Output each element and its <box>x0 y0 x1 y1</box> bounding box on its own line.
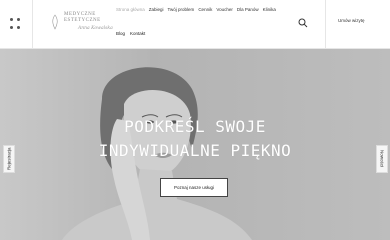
nav-item-blog[interactable]: Blog <box>116 31 125 36</box>
logo-text-line1: MEDYCZNE <box>64 12 96 17</box>
book-visit-button[interactable]: Umów wizytę <box>338 18 365 23</box>
logo-signature: Anna Kowalska <box>78 26 113 31</box>
header-divider <box>325 0 326 48</box>
main-nav-row2: Blog Kontakt <box>116 31 145 36</box>
logo[interactable]: MEDYCZNE ESTETYCZNE Anna Kowalska <box>48 10 113 38</box>
nav-item-pricing[interactable]: Cennik <box>198 7 212 12</box>
logo-mark-icon <box>52 14 58 30</box>
site-header: MEDYCZNE ESTETYCZNE Anna Kowalska Strona… <box>0 0 390 49</box>
nav-item-contact[interactable]: Kontakt <box>130 31 145 36</box>
nav-item-treatments[interactable]: Zabiegi <box>149 7 164 12</box>
main-nav: Strona główna Zabiegi Twój problem Cenni… <box>116 7 276 12</box>
hero-section: PODKREŚL SWOJE INDYWIDUALNE PIĘKNO Pozna… <box>0 49 390 240</box>
registration-side-tab[interactable]: Rejestracja <box>3 145 15 173</box>
menu-grid-icon[interactable] <box>10 18 22 30</box>
search-icon[interactable] <box>298 18 308 28</box>
hero-headline-line1: PODKREŚL SWOJE <box>124 117 266 136</box>
explore-services-button[interactable]: Poznaj nasze usługi <box>160 178 228 197</box>
logo-text-line2: ESTETYCZNE <box>64 18 101 23</box>
nav-item-for-men[interactable]: Dla Panów <box>237 7 259 12</box>
header-divider <box>32 0 33 48</box>
hero-headline-line2: INDYWIDUALNE PIĘKNO <box>98 141 292 160</box>
news-side-tab[interactable]: Nowości <box>376 145 388 173</box>
nav-item-clinic[interactable]: Klinika <box>263 7 276 12</box>
nav-item-your-problem[interactable]: Twój problem <box>168 7 195 12</box>
nav-item-home[interactable]: Strona główna <box>116 7 145 12</box>
nav-item-voucher[interactable]: Voucher <box>216 7 233 12</box>
